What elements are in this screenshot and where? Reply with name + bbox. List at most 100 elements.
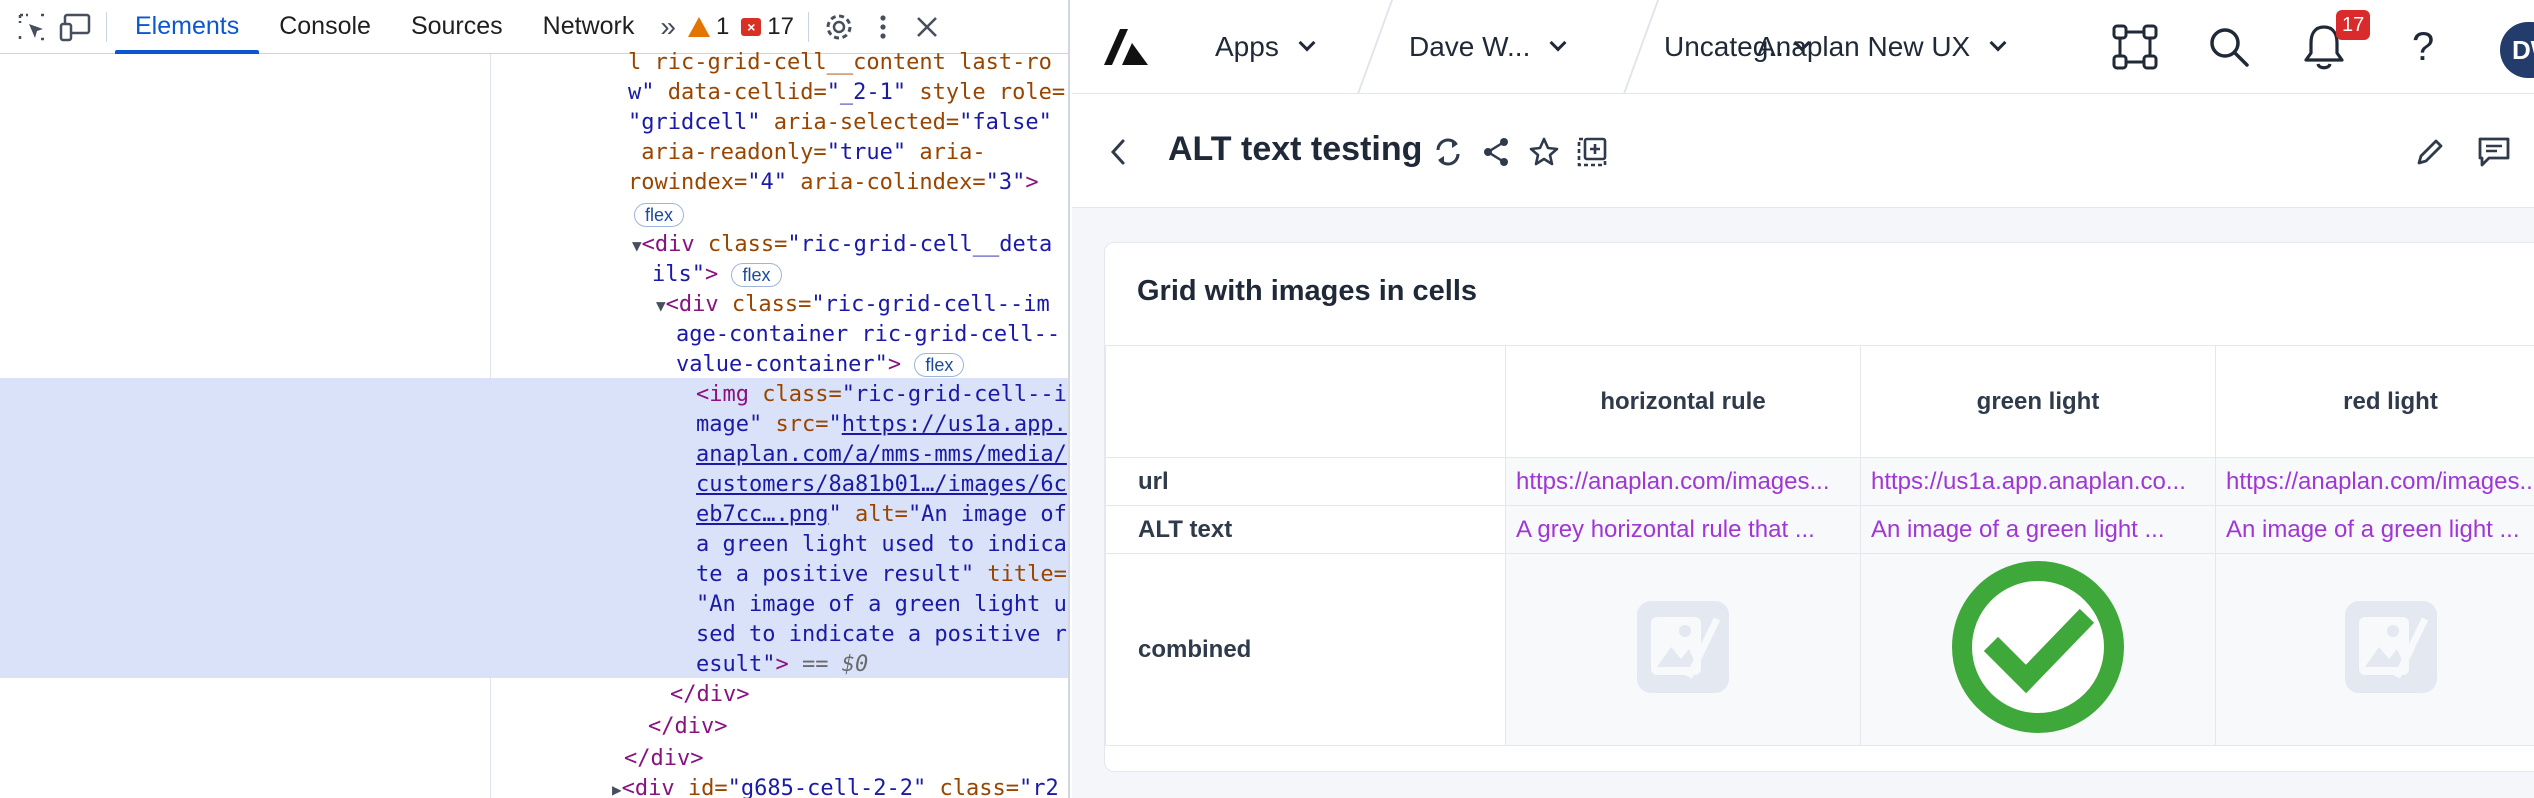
workspace-menu[interactable]: Anaplan New UX: [1757, 0, 2007, 94]
model-map-icon[interactable]: [2110, 0, 2160, 94]
card-title: Grid with images in cells: [1137, 275, 1478, 307]
dom-line[interactable]: "gridcell" aria-selected="false": [628, 108, 1052, 138]
grid-cell[interactable]: https://anaplan.com/images...: [1505, 457, 1861, 506]
tab-sources[interactable]: Sources: [391, 0, 523, 54]
row-header-url[interactable]: url: [1105, 457, 1506, 506]
grid-image-cell[interactable]: [2215, 553, 2534, 746]
devtools-toolbar: Elements Console Sources Network » 1 × 1…: [0, 0, 1068, 54]
img-src-link[interactable]: customers/8a81b01…/images/6c: [696, 472, 1067, 497]
grid-image-cell[interactable]: [1860, 553, 2216, 746]
search-icon[interactable]: [2207, 0, 2251, 94]
dom-line[interactable]: ▼<div class="ric-grid-cell__deta: [632, 230, 1052, 260]
broken-image-placeholder-icon: [2344, 601, 2437, 693]
anaplan-app: Apps Dave W... Uncateg... Anaplan New UX…: [1072, 0, 2534, 798]
back-chevron-icon[interactable]: [1100, 134, 1136, 170]
more-options-icon[interactable]: [861, 5, 905, 49]
collapse-triangle-icon[interactable]: ▶: [612, 780, 622, 798]
dom-line[interactable]: <img class="ric-grid-cell--i: [696, 380, 1067, 410]
column-header-red-light[interactable]: red light: [2215, 345, 2534, 458]
dom-line[interactable]: aria-readonly="true" aria-: [628, 138, 985, 168]
code-text: "g685-cell-2-2": [727, 776, 927, 798]
star-icon[interactable]: [1526, 134, 1562, 170]
dom-line[interactable]: value-container"> flex: [676, 350, 965, 380]
img-src-link[interactable]: https://us1a.app.: [842, 412, 1067, 437]
row-header-alt-text[interactable]: ALT text: [1105, 505, 1506, 554]
warning-counter[interactable]: 1: [682, 13, 735, 41]
grid-cell[interactable]: https://anaplan.com/images...: [2215, 457, 2534, 506]
row-header-combined[interactable]: combined: [1105, 553, 1506, 746]
code-text: rowindex=: [628, 170, 748, 195]
code-text: "gridcell": [628, 110, 761, 135]
code-text: esult": [696, 652, 776, 677]
grid-cell[interactable]: An image of a green light ...: [1860, 505, 2216, 554]
add-to-page-icon[interactable]: [1574, 134, 1610, 170]
dom-line[interactable]: ▶<div id="g685-cell-2-2" class="r2: [612, 774, 1059, 798]
img-src-link[interactable]: anaplan.com/a/mms-mms/media/: [696, 442, 1067, 467]
dom-line[interactable]: mage" src="https://us1a.app.: [696, 410, 1067, 440]
dom-line[interactable]: te a positive result" title=: [696, 560, 1067, 590]
flex-badge[interactable]: flex: [634, 203, 685, 227]
dom-line[interactable]: </div>: [648, 712, 727, 742]
flex-badge[interactable]: flex: [731, 263, 782, 287]
dom-line[interactable]: customers/8a81b01…/images/6c: [696, 470, 1067, 500]
user-avatar[interactable]: DW: [2500, 22, 2534, 78]
code-text: "ric-grid-cell__deta: [787, 232, 1053, 257]
dom-line[interactable]: flex: [634, 200, 685, 230]
close-icon[interactable]: [905, 5, 949, 49]
column-header-horizontal-rule[interactable]: horizontal rule: [1505, 345, 1861, 458]
dom-line[interactable]: sed to indicate a positive r: [696, 620, 1067, 650]
dom-line[interactable]: ils"> flex: [652, 260, 782, 290]
grid-cell[interactable]: https://us1a.app.anaplan.co...: [1860, 457, 2216, 506]
error-counter[interactable]: × 17: [735, 13, 800, 41]
dom-line[interactable]: ▼<div class="ric-grid-cell--im: [656, 290, 1050, 320]
dom-line[interactable]: a green light used to indica: [696, 530, 1067, 560]
toolbar-divider: [808, 11, 809, 42]
double-chevron-right-icon[interactable]: »: [654, 11, 682, 43]
dom-line[interactable]: </div>: [670, 680, 749, 710]
green-checkmark-icon: [1952, 561, 2124, 733]
notification-count-badge: 17: [2336, 10, 2371, 40]
dom-line[interactable]: rowindex="4" aria-colindex="3">: [628, 168, 1039, 198]
code-text: aria-colindex=: [786, 170, 986, 195]
grid-cell[interactable]: A grey horizontal rule that ...: [1505, 505, 1861, 554]
column-header-green-light[interactable]: green light: [1860, 345, 2216, 458]
img-src-link[interactable]: eb7cc….png: [696, 502, 828, 527]
code-text: data-cellid=: [654, 80, 827, 105]
dom-tree[interactable]: l ric-grid-cell__content last-ro w" data…: [0, 50, 1068, 798]
dom-line[interactable]: eb7cc….png" alt="An image of: [696, 500, 1067, 530]
dom-line[interactable]: "An image of a green light u: [696, 590, 1067, 620]
broken-image-placeholder-icon: [1637, 601, 1729, 693]
code-text: alt=: [841, 502, 908, 527]
dom-line[interactable]: anaplan.com/a/mms-mms/media/: [696, 440, 1067, 470]
apps-menu-label: Apps: [1215, 31, 1279, 62]
expand-triangle-icon[interactable]: ▼: [656, 296, 666, 315]
user-menu[interactable]: Dave W...: [1409, 0, 1567, 94]
code-text: class=: [926, 776, 1020, 798]
dom-line[interactable]: age-container ric-grid-cell--: [676, 320, 1060, 350]
code-text: w": [628, 80, 655, 105]
grid-image-cell[interactable]: [1505, 553, 1861, 746]
help-icon[interactable]: ?: [2412, 0, 2434, 94]
code-text: "_2-1": [826, 80, 907, 105]
apps-menu[interactable]: Apps: [1215, 0, 1316, 94]
notifications-button[interactable]: 17: [2302, 0, 2371, 94]
anaplan-logo-icon[interactable]: [1102, 0, 1150, 94]
refresh-icon[interactable]: [1430, 134, 1466, 170]
dom-line[interactable]: l ric-grid-cell__content last-ro: [628, 48, 1052, 78]
chevron-down-icon: [1549, 34, 1567, 52]
dom-line[interactable]: w" data-cellid="_2-1" style role=: [628, 78, 1065, 108]
edit-pencil-icon[interactable]: [2412, 134, 2448, 170]
share-icon[interactable]: [1478, 134, 1514, 170]
device-toolbar-icon[interactable]: [54, 5, 98, 49]
settings-gear-icon[interactable]: [817, 5, 861, 49]
inspect-element-icon[interactable]: [10, 5, 54, 49]
tab-console[interactable]: Console: [259, 0, 391, 54]
expand-triangle-icon[interactable]: ▼: [632, 236, 642, 255]
flex-badge[interactable]: flex: [914, 353, 965, 377]
dom-line[interactable]: esult"> == $0: [696, 650, 868, 680]
tab-network[interactable]: Network: [523, 0, 655, 54]
dom-line[interactable]: </div>: [624, 744, 703, 774]
comments-icon[interactable]: [2476, 134, 2512, 170]
grid-cell[interactable]: An image of a green light ...: [2215, 505, 2534, 554]
tab-elements[interactable]: Elements: [115, 0, 260, 54]
